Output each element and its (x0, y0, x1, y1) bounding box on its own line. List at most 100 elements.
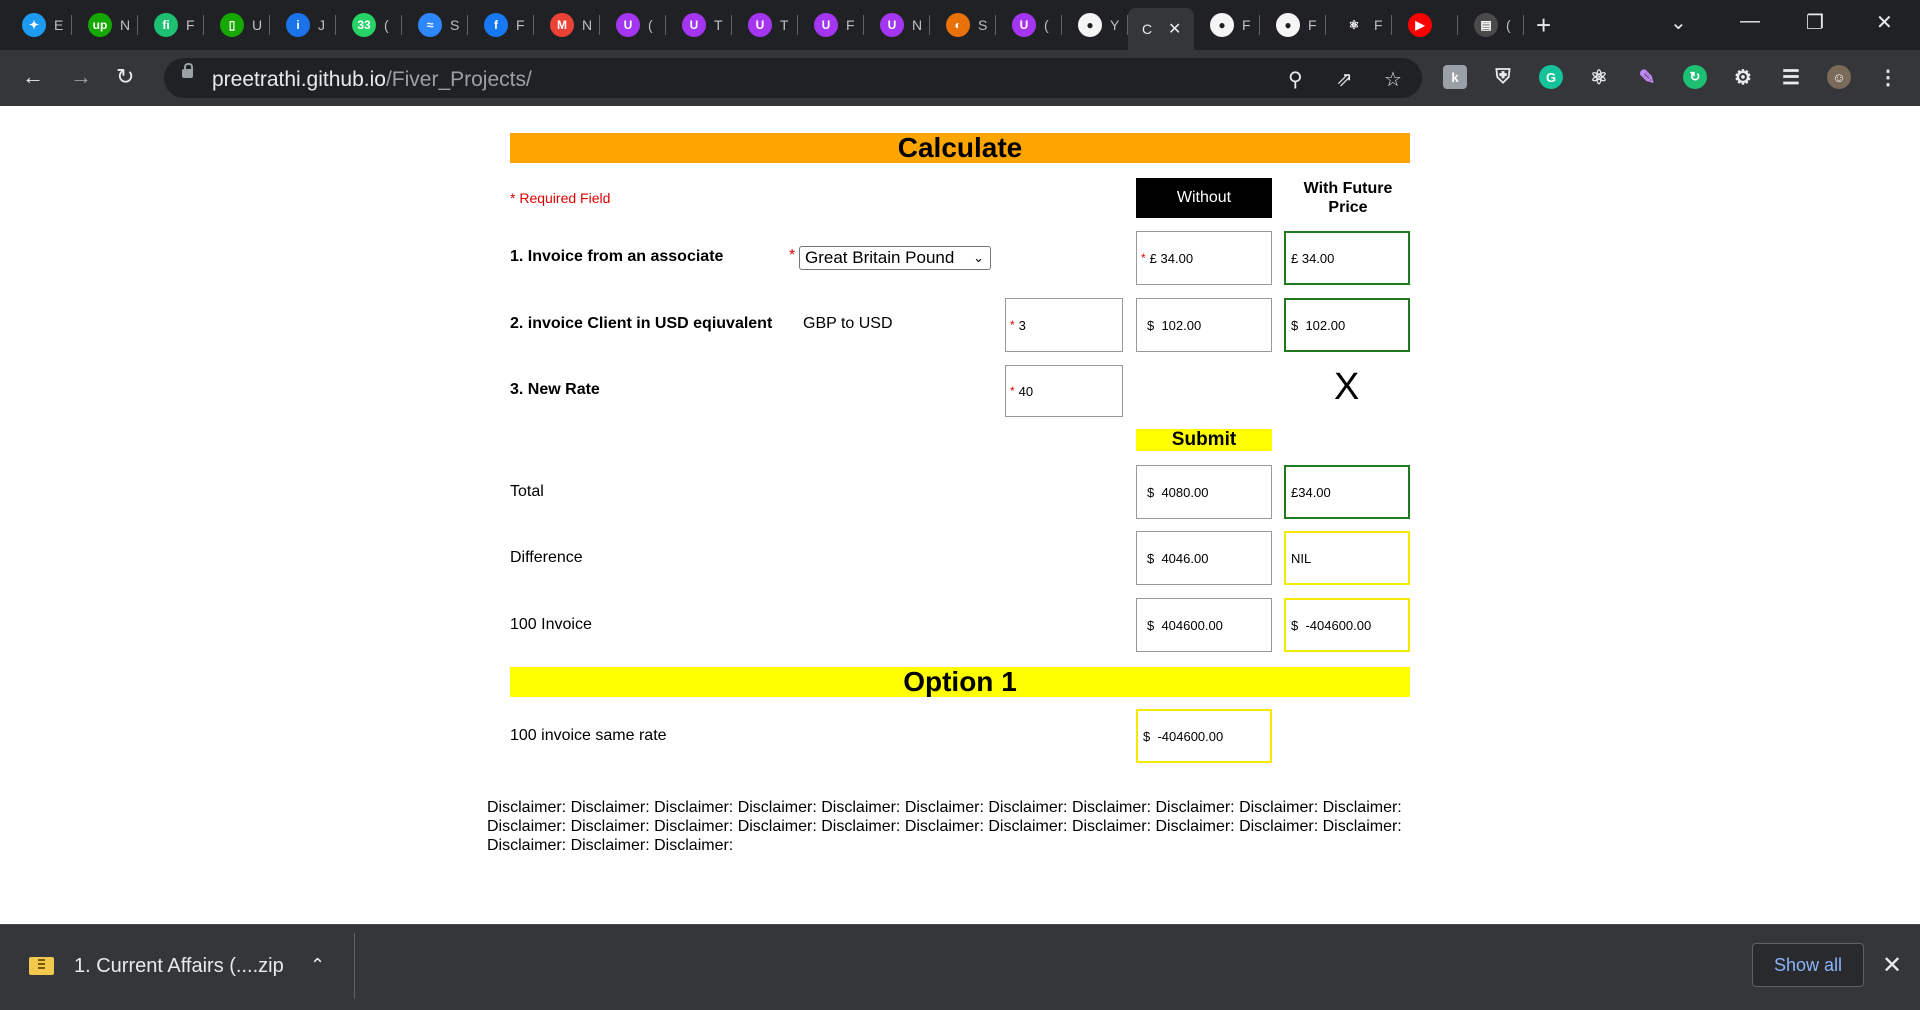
new-rate-input[interactable]: * 40 (1005, 365, 1123, 417)
browser-tab[interactable]: ● F (1260, 8, 1326, 42)
grammarly-icon[interactable]: G (1539, 65, 1563, 89)
address-bar[interactable]: preetrathi.github.io/Fiver_Projects/ ⚲ ⇗… (164, 58, 1422, 98)
invoice-without-field[interactable]: * £ 34.00 (1136, 231, 1272, 285)
tab-title: ( (1044, 17, 1049, 33)
usd-without-field[interactable]: $ 102.00 (1136, 298, 1272, 352)
browser-tab[interactable]: C ✕ (1128, 8, 1194, 50)
browser-tab[interactable]: ◐ S (930, 8, 996, 42)
same-rate-field[interactable]: $ -404600.00 (1136, 709, 1272, 763)
browser-tab[interactable]: UT (666, 8, 732, 42)
shield-icon[interactable]: ⛨ (1491, 65, 1515, 89)
tab-title: N (582, 17, 592, 33)
lock-icon (182, 63, 193, 78)
browser-tab[interactable]: ▤( (1458, 8, 1524, 42)
required-asterisk: * (789, 247, 796, 264)
tab-title: Y (1110, 17, 1120, 33)
hundred-invoice-without-value: $ 404600.00 (1147, 617, 1223, 633)
invoice-future-field[interactable]: £ 34.00 (1284, 231, 1410, 285)
browser-tab[interactable]: U( (996, 8, 1062, 42)
total-future-field[interactable]: £34.00 (1284, 465, 1410, 519)
browser-tab[interactable]: UT (732, 8, 798, 42)
browser-menu-icon[interactable]: ⋮ (1876, 65, 1900, 89)
total-without-field[interactable]: $ 4080.00 (1136, 465, 1272, 519)
github-icon: ● (1210, 13, 1234, 37)
tab-title: F (1308, 17, 1317, 33)
required-asterisk: * (1141, 251, 1146, 265)
browser-tab[interactable]: fi F (138, 8, 204, 42)
invoice-associate-label: 1. Invoice from an associate (510, 248, 724, 265)
tab-title: N (120, 17, 130, 33)
invoice-without-value: £ 34.00 (1149, 250, 1194, 266)
option1-heading: Option 1 (510, 666, 1410, 697)
total-future-value: £34.00 (1291, 484, 1331, 500)
new-rate-value: 40 (1018, 383, 1034, 399)
sync-extension-icon[interactable]: ↻ (1683, 65, 1707, 89)
tab-title: N (912, 17, 922, 33)
usd-future-field[interactable]: $ 102.00 (1284, 298, 1410, 352)
difference-future-field[interactable]: NIL (1284, 531, 1410, 585)
tab-title: S (978, 17, 988, 33)
forward-icon[interactable]: → (70, 64, 92, 90)
browser-tab[interactable]: ● Y (1062, 8, 1128, 42)
tab-title: J (318, 17, 325, 33)
reload-icon[interactable]: ↻ (116, 64, 134, 90)
browser-tab[interactable]: ≈ S (402, 8, 468, 42)
zip-file-icon (29, 957, 54, 975)
back-icon[interactable]: ← (22, 64, 44, 90)
browser-tab[interactable]: ▶ (1392, 8, 1458, 42)
tab-search-icon[interactable]: ⌄ (1670, 10, 1687, 35)
new-tab-button[interactable]: + (1536, 10, 1551, 41)
browser-toolbar: ← → ↻ preetrathi.github.io/Fiver_Project… (0, 50, 1920, 106)
browser-tab[interactable]: ⚛ F (1326, 8, 1392, 42)
browser-tab[interactable]: ✦ E (6, 8, 72, 42)
gmail-icon: M (550, 13, 574, 37)
invoice-future-value: £ 34.00 (1291, 250, 1335, 266)
close-tab-icon[interactable]: ✕ (1168, 19, 1181, 39)
browser-tab[interactable]: up N (72, 8, 138, 42)
udemy-icon: U (682, 13, 706, 37)
browser-tab[interactable]: fF (468, 8, 534, 42)
browser-tab[interactable]: ▯ U (204, 8, 270, 42)
browser-tab[interactable]: U( (600, 8, 666, 42)
bookmark-star-icon[interactable]: ☆ (1384, 67, 1402, 92)
fiverr-icon: fi (154, 13, 178, 37)
tab-divider (1523, 15, 1524, 35)
tab-title: ( (648, 17, 653, 33)
hundred-invoice-label: 100 Invoice (510, 616, 592, 633)
share-icon[interactable]: ⇗ (1336, 67, 1353, 92)
browser-tab[interactable]: UF (798, 8, 864, 42)
close-icon[interactable]: ✕ (1882, 951, 1902, 980)
facebook-icon: f (484, 13, 508, 37)
tab-title: S (450, 17, 460, 33)
browser-tab[interactable]: 33 ( (336, 8, 402, 42)
currency-select[interactable]: Great Britain Pound ⌄ (799, 246, 991, 270)
profile-avatar[interactable]: ☺ (1827, 65, 1851, 89)
media-control-icon[interactable]: ☰ (1779, 65, 1803, 89)
hundred-invoice-without-field[interactable]: $ 404600.00 (1136, 598, 1272, 652)
browser-tab[interactable]: MN (534, 8, 600, 42)
exchange-rate-input[interactable]: * 3 (1005, 298, 1123, 352)
submit-button[interactable]: Submit (1136, 429, 1272, 451)
github-icon: ● (1078, 13, 1102, 37)
difference-without-field[interactable]: $ 4046.00 (1136, 531, 1272, 585)
browser-tab[interactable]: iJ (270, 8, 336, 42)
download-item-name[interactable]: 1. Current Affairs (....zip (74, 955, 284, 978)
extension-k-icon[interactable]: k (1443, 65, 1467, 89)
browser-tab[interactable]: ● F (1194, 8, 1260, 42)
react-devtools-icon[interactable]: ⚛ (1587, 65, 1611, 89)
github-icon: ● (1276, 13, 1300, 37)
tab-title: T (780, 17, 789, 33)
udemy-icon: U (880, 13, 904, 37)
chevron-down-icon: ⌄ (973, 250, 984, 265)
minimize-icon[interactable]: — (1740, 10, 1760, 33)
usd-future-value: $ 102.00 (1291, 317, 1346, 333)
chevron-up-icon[interactable]: ⌃ (310, 955, 325, 976)
zoom-icon[interactable]: ⚲ (1288, 67, 1303, 92)
browser-tab[interactable]: UN (864, 8, 930, 42)
window-close-icon[interactable]: ✕ (1876, 10, 1893, 35)
hundred-invoice-future-field[interactable]: $ -404600.00 (1284, 598, 1410, 652)
restore-icon[interactable]: ❐ (1806, 10, 1824, 35)
extensions-puzzle-icon[interactable]: ⚙ (1731, 65, 1755, 89)
pen-extension-icon[interactable]: ✎ (1635, 65, 1659, 89)
show-all-button[interactable]: Show all (1752, 943, 1864, 987)
